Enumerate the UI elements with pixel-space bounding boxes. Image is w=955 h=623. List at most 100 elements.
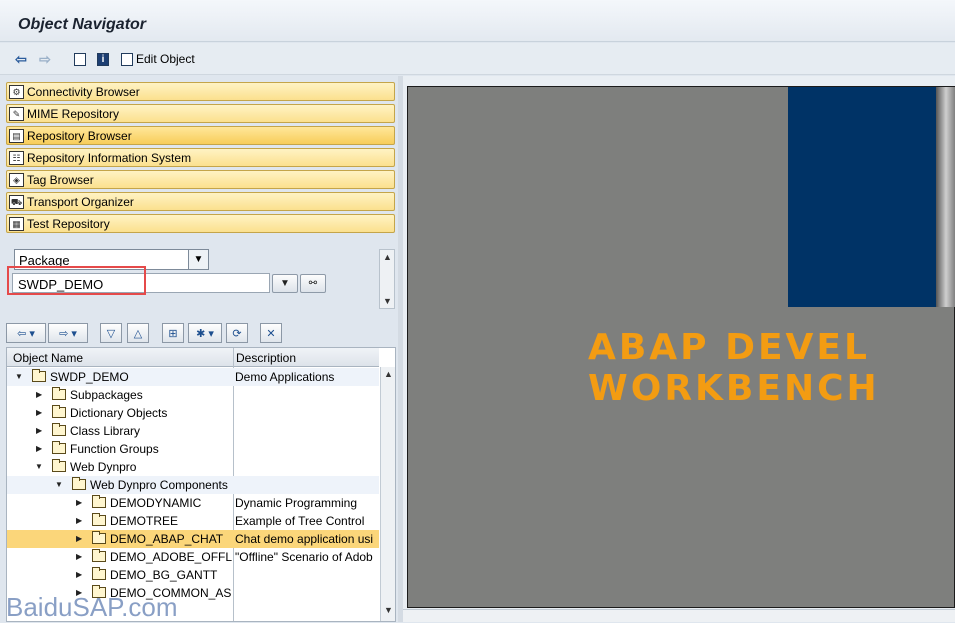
tree-scrollbar[interactable]: ▲ ▼	[380, 367, 395, 621]
chevron-right-icon[interactable]: ▶	[36, 444, 44, 454]
tree-row-selected[interactable]: ▶ DEMO_ABAP_CHAT Chat demo application u…	[7, 530, 379, 548]
tree-row-name: Dictionary Objects	[70, 406, 168, 420]
nav-label: Connectivity Browser	[27, 84, 140, 99]
highlight-frame	[7, 266, 146, 295]
tree-row[interactable]: ▼ SWDP_DEMO Demo Applications	[7, 368, 379, 386]
object-list-icon	[74, 52, 86, 66]
tree-row[interactable]: ▶ DEMOTREE Example of Tree Control	[7, 512, 379, 530]
folder-icon	[92, 567, 106, 580]
chevron-right-icon[interactable]: ▶	[36, 390, 44, 400]
expand-icon: ▽	[106, 327, 116, 340]
chevron-right-icon[interactable]: ▶	[76, 570, 84, 580]
nav-transport-organizer[interactable]: ⛟ Transport Organizer	[6, 192, 395, 211]
chevron-down-icon[interactable]: ▼	[188, 250, 208, 269]
splash-title: ABAP DEVEL WORKBENCH	[588, 327, 880, 409]
chevron-down-icon[interactable]: ▼	[35, 462, 43, 472]
tree-row-name: Subpackages	[70, 388, 143, 402]
chevron-down-icon[interactable]: ▼	[15, 372, 23, 382]
info-system-icon: ☷	[9, 150, 24, 165]
nav-test-repository[interactable]: ▦ Test Repository	[6, 214, 395, 233]
folder-icon	[52, 441, 66, 454]
tree-row[interactable]: ▶ DEMO_BG_GANTT	[7, 566, 379, 584]
tree-row[interactable]: ▼ Web Dynpro	[7, 458, 379, 476]
tree-row[interactable]: ▶ DEMODYNAMIC Dynamic Programming	[7, 494, 379, 512]
previous-object-button[interactable]: ⇦ ▾	[6, 323, 46, 343]
tree-row-name: DEMO_ABAP_CHAT	[110, 532, 224, 546]
nav-label: Transport Organizer	[27, 194, 134, 209]
tree-row-name: Class Library	[70, 424, 141, 438]
display-object-list-button[interactable]	[72, 50, 88, 68]
chevron-down-icon[interactable]: ▼	[55, 480, 63, 490]
folder-icon	[52, 405, 66, 418]
scroll-down-icon[interactable]: ▼	[384, 605, 393, 615]
nav-label: MIME Repository	[27, 106, 120, 121]
column-header-object-name[interactable]: Object Name	[13, 351, 83, 365]
nav-repository-information-system[interactable]: ☷ Repository Information System	[6, 148, 395, 167]
tree-row[interactable]: ▶ Function Groups	[7, 440, 379, 458]
hierarchy-icon: ⊞	[168, 327, 178, 340]
folder-icon	[32, 369, 46, 382]
scroll-up-icon[interactable]: ▲	[384, 369, 393, 379]
splash-title-line-1: ABAP DEVEL	[588, 327, 870, 368]
tree-row[interactable]: ▼ Web Dynpro Components	[7, 476, 379, 494]
expand-button[interactable]: ▽	[100, 323, 122, 343]
tree-row-name: Web Dynpro Components	[90, 478, 228, 492]
title-bar: Object Navigator	[0, 0, 955, 42]
chevron-right-icon[interactable]: ▶	[76, 552, 84, 562]
tree-row-description: Chat demo application usi	[235, 532, 374, 546]
splash-screen: ABAP DEVEL WORKBENCH	[407, 86, 955, 608]
tree-row[interactable]: ▶ Subpackages	[7, 386, 379, 404]
nav-label: Tag Browser	[27, 172, 94, 187]
tree-row-name: Web Dynpro	[70, 460, 137, 474]
back-arrow-icon[interactable]: ⇦	[12, 50, 30, 68]
collapse-button[interactable]: △	[127, 323, 149, 343]
scroll-down-icon[interactable]: ▼	[383, 296, 392, 306]
refresh-icon: ⟳	[232, 327, 242, 340]
tree-row-description: Demo Applications	[235, 370, 335, 384]
display-button[interactable]: ⚯	[300, 274, 326, 293]
tree-row[interactable]: ▶ Class Library	[7, 422, 379, 440]
horizontal-scrollbar[interactable]	[403, 609, 955, 622]
dropdown-button[interactable]: ▼	[272, 274, 298, 293]
connectivity-icon: ⚙	[9, 84, 24, 99]
edit-object-button[interactable]: Edit Object	[121, 50, 211, 68]
tree-row-name: SWDP_DEMO	[50, 370, 129, 384]
splash-blue-block	[788, 87, 936, 307]
column-header-description[interactable]: Description	[236, 351, 296, 365]
folder-icon	[92, 513, 106, 526]
tree-row[interactable]: ▶ Dictionary Objects	[7, 404, 379, 422]
tree-row-name: DEMODYNAMIC	[110, 496, 202, 510]
nav-label: Test Repository	[27, 216, 110, 231]
test-icon: ▦	[9, 216, 24, 231]
splash-title-line-2: WORKBENCH	[588, 368, 880, 409]
settings-button[interactable]: ✱ ▾	[188, 323, 222, 343]
info-button[interactable]: i	[95, 50, 111, 68]
chevron-right-icon[interactable]: ▶	[36, 426, 44, 436]
folder-icon	[52, 387, 66, 400]
glasses-icon: ⚯	[308, 278, 318, 289]
mime-icon: ✎	[9, 106, 24, 121]
collapse-icon: △	[133, 327, 143, 340]
nav-connectivity-browser[interactable]: ⚙ Connectivity Browser	[6, 82, 395, 101]
refresh-button[interactable]: ⟳	[226, 323, 248, 343]
close-button[interactable]: ✕	[260, 323, 282, 343]
next-object-button[interactable]: ⇨ ▾	[48, 323, 88, 343]
nav-tag-browser[interactable]: ◈ Tag Browser	[6, 170, 395, 189]
chevron-right-icon[interactable]: ▶	[76, 516, 84, 526]
folder-icon	[72, 477, 86, 490]
folder-icon	[52, 423, 66, 436]
chevron-right-icon[interactable]: ▶	[76, 498, 84, 508]
tree-row-name: Function Groups	[70, 442, 159, 456]
chevron-right-icon[interactable]: ▶	[36, 408, 44, 418]
close-icon: ✕	[266, 327, 276, 340]
forward-arrow-icon[interactable]: ⇨	[36, 50, 54, 68]
scroll-up-icon[interactable]: ▲	[383, 252, 392, 262]
hierarchy-button[interactable]: ⊞	[162, 323, 184, 343]
nav-repository-browser[interactable]: ▤ Repository Browser	[6, 126, 395, 145]
selector-scrollbar[interactable]: ▲ ▼	[379, 249, 395, 309]
nav-mime-repository[interactable]: ✎ MIME Repository	[6, 104, 395, 123]
tree-header: Object Name Description	[7, 348, 379, 367]
tree-row[interactable]: ▶ DEMO_ADOBE_OFFLIN "Offline" Scenario o…	[7, 548, 379, 566]
chevron-right-icon[interactable]: ▶	[76, 534, 84, 544]
tree-row-description: Dynamic Programming	[235, 496, 358, 510]
